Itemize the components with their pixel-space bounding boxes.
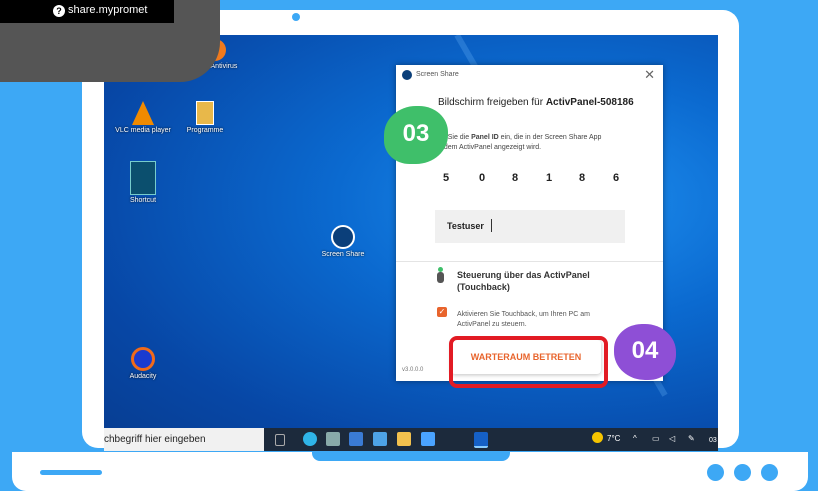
touchback-checkbox[interactable]: ✓ <box>437 307 447 317</box>
heading-prefix: Bildschirm freigeben für <box>438 97 546 108</box>
document-icon[interactable] <box>421 432 435 446</box>
step-badge-04: 04 <box>614 324 676 380</box>
audacity-icon <box>131 347 155 371</box>
screen-share-taskbar-icon[interactable] <box>474 432 488 448</box>
camera-dot <box>292 13 300 21</box>
task-view-icon[interactable] <box>275 434 285 446</box>
base-dot <box>707 464 724 481</box>
desktop-icon-shortcut[interactable]: Shortcut <box>106 161 180 204</box>
base-dash <box>40 470 102 475</box>
panel-name: ActivPanel-508186 <box>545 97 634 108</box>
vlc-icon <box>132 101 154 125</box>
folder-icon <box>196 101 214 125</box>
touchback-description: Aktivieren Sie Touchback, um Ihren PC am… <box>457 310 627 330</box>
desc-bold: Panel ID <box>471 134 499 141</box>
panel-id-digit[interactable]: 5 <box>443 172 449 184</box>
app-logo-icon <box>402 70 412 80</box>
hand-pointer-icon <box>436 267 446 283</box>
pen-icon[interactable]: ✎ <box>688 434 695 443</box>
laptop-notch <box>312 452 510 461</box>
network-icon[interactable]: ▭ <box>652 434 660 443</box>
touchback-title: Steuerung über das ActivPanel (Touchback… <box>457 269 590 293</box>
weather-icon <box>592 432 603 443</box>
desktop-icon-screen-share[interactable]: Screen Share <box>306 225 380 258</box>
explorer-icon[interactable] <box>397 432 411 446</box>
clock: 03 <box>709 437 717 444</box>
name-value: Testuser <box>447 221 484 231</box>
store-icon[interactable] <box>349 432 363 446</box>
mail-icon[interactable] <box>373 432 387 446</box>
app-icon[interactable] <box>326 432 340 446</box>
dialog-heading: Bildschirm freigeben für ActivPanel-5081… <box>438 97 634 108</box>
volume-icon[interactable]: ◁ <box>669 434 675 443</box>
dialog-title: Screen Share <box>416 71 459 78</box>
desktop-icon-label: Shortcut <box>129 197 157 204</box>
panel-id-digit[interactable]: 6 <box>613 172 619 184</box>
help-icon: ? <box>53 5 65 17</box>
taskbar-search-input[interactable]: chbegriff hier eingeben <box>104 428 264 451</box>
panel-id-digit[interactable]: 1 <box>546 172 552 184</box>
desc-part: ein, die in der Screen Share App <box>498 134 602 141</box>
touchback-desc-line: ActivPanel zu steuern. <box>457 321 527 328</box>
close-icon[interactable]: ✕ <box>644 67 655 83</box>
name-input[interactable]: Testuser <box>435 210 625 243</box>
panel-id-digit[interactable]: 0 <box>479 172 485 184</box>
panel-id-digit[interactable]: 8 <box>512 172 518 184</box>
desktop-icon-programme[interactable]: Programme <box>168 101 242 134</box>
desktop-icon-label: Programme <box>186 127 224 134</box>
instruction-text: en Sie die Panel ID ein, die in der Scre… <box>438 133 638 153</box>
step-badge-03: 03 <box>384 106 448 164</box>
touchback-title-line: (Touchback) <box>457 282 510 292</box>
edge-icon[interactable] <box>303 432 317 446</box>
shortcut-icon <box>130 161 156 195</box>
chevron-up-icon[interactable]: ^ <box>633 434 637 443</box>
url-text: share.mypromet <box>68 4 148 16</box>
desc-part: n dem ActivPanel angezeigt wird. <box>438 144 542 151</box>
desktop-icon-audacity[interactable]: Audacity <box>106 347 180 380</box>
desktop-icon-label: Audacity <box>129 373 157 380</box>
desktop-icon-label: Screen Share <box>321 251 365 258</box>
touchback-desc-line: Aktivieren Sie Touchback, um Ihren PC am <box>457 311 590 318</box>
temperature: 7°C <box>607 434 621 443</box>
highlight-box <box>449 336 608 388</box>
touchback-title-line: Steuerung über das ActivPanel <box>457 270 590 280</box>
base-dot <box>761 464 778 481</box>
panel-id-digit[interactable]: 8 <box>579 172 585 184</box>
divider <box>396 261 663 262</box>
screen-share-icon <box>331 225 355 249</box>
base-dot <box>734 464 751 481</box>
version-label: v3.0.0.0 <box>402 367 424 373</box>
text-cursor <box>491 219 492 232</box>
